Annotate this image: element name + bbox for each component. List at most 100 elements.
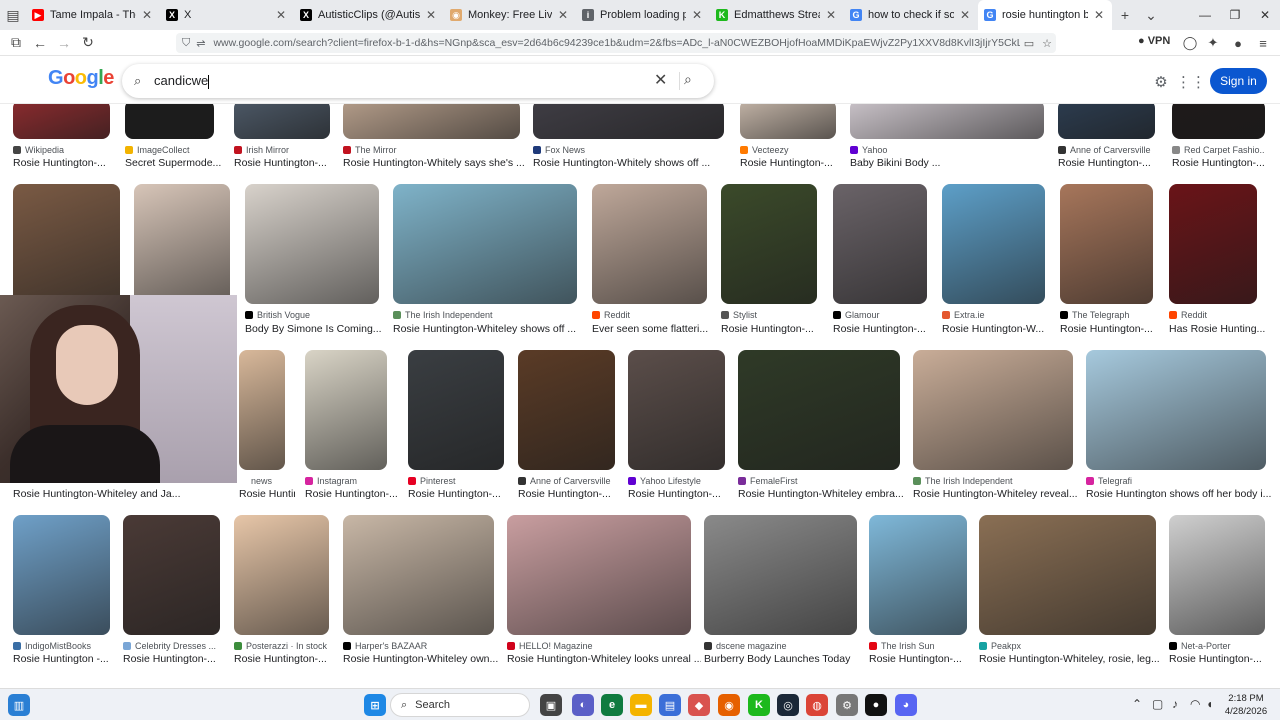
sidebar-toggle-icon[interactable]: ⧉ <box>4 31 28 55</box>
result-source[interactable]: Stylist <box>721 310 817 320</box>
result-thumbnail[interactable] <box>850 104 1044 139</box>
result-title[interactable]: Rosie Huntington-... <box>518 488 625 500</box>
result-thumbnail[interactable] <box>13 104 110 139</box>
result-thumbnail[interactable] <box>518 350 615 470</box>
result-title[interactable]: Rosie Huntington-... <box>234 157 340 169</box>
result-thumbnail[interactable] <box>979 515 1156 635</box>
result-thumbnail[interactable] <box>343 104 520 139</box>
reader-view-icon[interactable]: ▭ <box>1020 37 1038 50</box>
result-title[interactable]: Rosie Huntington-Whiteley embra... <box>738 488 910 500</box>
result-title[interactable]: Rosie Huntington -... <box>13 653 120 665</box>
browser-tab[interactable]: X AutisticClips (@AutisticClip ✕ <box>294 0 444 30</box>
firefox-icon[interactable]: ◉ <box>718 694 740 716</box>
result-title[interactable]: Rosie Huntington-... <box>1169 653 1275 665</box>
taskbar-search-box[interactable]: ⌕ Search <box>390 693 530 717</box>
edge-icon[interactable]: e <box>601 694 623 716</box>
result-source[interactable]: Pinterest <box>408 476 504 486</box>
result-title[interactable]: Burberry Body Launches Today <box>704 653 867 665</box>
clear-search-icon[interactable]: ✕ <box>654 70 667 90</box>
result-source[interactable]: ImageCollect <box>125 145 214 155</box>
result-title[interactable]: Rosie Huntington-... <box>1058 157 1165 169</box>
result-thumbnail[interactable] <box>1169 184 1257 304</box>
result-source[interactable]: Glamour <box>833 310 927 320</box>
search-input[interactable]: candicwe <box>154 73 210 89</box>
result-title[interactable]: Rosie Huntington-... <box>869 653 977 665</box>
tab-close-icon[interactable]: ✕ <box>424 8 438 22</box>
result-title[interactable]: Rosie Huntington-Whiteley reveal... <box>913 488 1083 500</box>
task-view-icon[interactable]: ▣ <box>540 694 562 716</box>
tab-close-icon[interactable]: ✕ <box>140 8 154 22</box>
result-thumbnail[interactable] <box>1060 184 1153 304</box>
discord-icon[interactable]: ◕ <box>895 694 917 716</box>
result-source[interactable]: HELLO! Magazine <box>507 641 691 651</box>
browser-tab[interactable]: ◉ Monkey: Free Live Video Ch ✕ <box>444 0 576 30</box>
result-title[interactable]: Has Rosie Hunting... <box>1169 323 1267 335</box>
result-thumbnail[interactable] <box>305 350 387 470</box>
result-title[interactable]: Rosie Huntington-... <box>628 488 735 500</box>
result-thumbnail[interactable] <box>13 515 110 635</box>
result-thumbnail[interactable] <box>239 350 285 470</box>
kick-app-icon[interactable]: K <box>748 694 770 716</box>
result-title[interactable]: Rosie Huntington-W... <box>942 323 1055 335</box>
result-source[interactable]: Posterazzi · In stock <box>234 641 329 651</box>
tab-close-icon[interactable]: ✕ <box>958 8 972 22</box>
obs-icon[interactable]: ● <box>865 694 887 716</box>
result-title[interactable]: Rosie Huntington-... <box>833 323 937 335</box>
shield-icon[interactable]: ⛉ <box>182 37 190 50</box>
result-thumbnail[interactable] <box>125 104 214 139</box>
result-source[interactable]: The Irish Sun <box>869 641 967 651</box>
result-title[interactable]: Rosie Huntington-Whiteley own... <box>343 653 504 665</box>
result-title[interactable]: Rosie Huntington-... <box>1060 323 1163 335</box>
microphone-icon[interactable]: ♪ <box>1172 697 1178 711</box>
sign-in-button[interactable]: Sign in <box>1210 68 1267 94</box>
result-thumbnail[interactable] <box>13 184 120 304</box>
result-title[interactable]: Ever seen some flatteri... <box>592 323 717 335</box>
result-title[interactable]: Rosie Huntington-Whiteley and Ja... <box>13 488 183 500</box>
result-thumbnail[interactable] <box>721 184 817 304</box>
widgets-icon[interactable]: ▥ <box>8 694 30 716</box>
result-source[interactable]: IndigoMistBooks <box>13 641 110 651</box>
result-source[interactable]: Reddit <box>592 310 707 320</box>
result-thumbnail[interactable] <box>134 184 230 304</box>
maximize-button[interactable]: ❐ <box>1220 0 1250 30</box>
vpn-button[interactable]: ● VPN <box>1138 35 1170 47</box>
apps-grid-icon[interactable]: ⋮⋮ <box>1176 72 1206 92</box>
result-source[interactable]: The Telegraph <box>1060 310 1153 320</box>
result-title[interactable]: Rosie Huntington-... <box>1172 157 1275 169</box>
minimize-button[interactable]: — <box>1190 0 1220 30</box>
result-source[interactable]: The Irish Independent <box>913 476 1073 486</box>
result-thumbnail[interactable] <box>393 184 577 304</box>
result-thumbnail[interactable] <box>740 104 836 139</box>
forward-button[interactable]: → <box>52 31 76 55</box>
result-title[interactable]: Rosie Huntington-... <box>123 653 230 665</box>
close-window-button[interactable]: ✕ <box>1250 0 1280 30</box>
result-thumbnail[interactable] <box>833 184 927 304</box>
result-thumbnail[interactable] <box>1058 104 1155 139</box>
result-source[interactable]: dscene magazine <box>704 641 857 651</box>
result-thumbnail[interactable] <box>942 184 1045 304</box>
result-source[interactable]: Irish Mirror <box>234 145 330 155</box>
result-source[interactable]: Fox News <box>533 145 724 155</box>
settings-app-icon[interactable]: ⚙ <box>836 694 858 716</box>
start-menu-icon[interactable]: ⊞ <box>364 694 386 716</box>
volume-icon[interactable]: ◖ <box>1206 697 1213 711</box>
back-button[interactable]: ← <box>28 31 52 55</box>
result-source[interactable]: Vecteezy <box>740 145 836 155</box>
profile-avatar-icon[interactable]: ● <box>1228 33 1248 53</box>
browser-tab[interactable]: K Edmatthews Stream - Watc ✕ <box>710 0 844 30</box>
result-thumbnail[interactable] <box>704 515 857 635</box>
result-source[interactable]: Net-a-Porter <box>1169 641 1265 651</box>
search-submit-icon[interactable]: ⌕ <box>684 71 692 88</box>
permissions-icon[interactable]: ⇌ <box>196 37 205 50</box>
result-source[interactable]: news <box>239 476 285 486</box>
tab-close-icon[interactable]: ✕ <box>556 8 570 22</box>
result-source[interactable]: Red Carpet Fashio... <box>1172 145 1265 155</box>
tab-close-icon[interactable]: ✕ <box>824 8 838 22</box>
result-source[interactable]: Yahoo Lifestyle <box>628 476 725 486</box>
app-icon[interactable]: ◆ <box>688 694 710 716</box>
result-source[interactable]: Celebrity Dresses ... <box>123 641 220 651</box>
extensions-icon[interactable]: ✦ <box>1203 33 1223 53</box>
tab-close-icon[interactable]: ✕ <box>690 8 704 22</box>
chrome-icon[interactable]: ◍ <box>806 694 828 716</box>
menu-icon[interactable]: ≡ <box>1253 33 1273 53</box>
